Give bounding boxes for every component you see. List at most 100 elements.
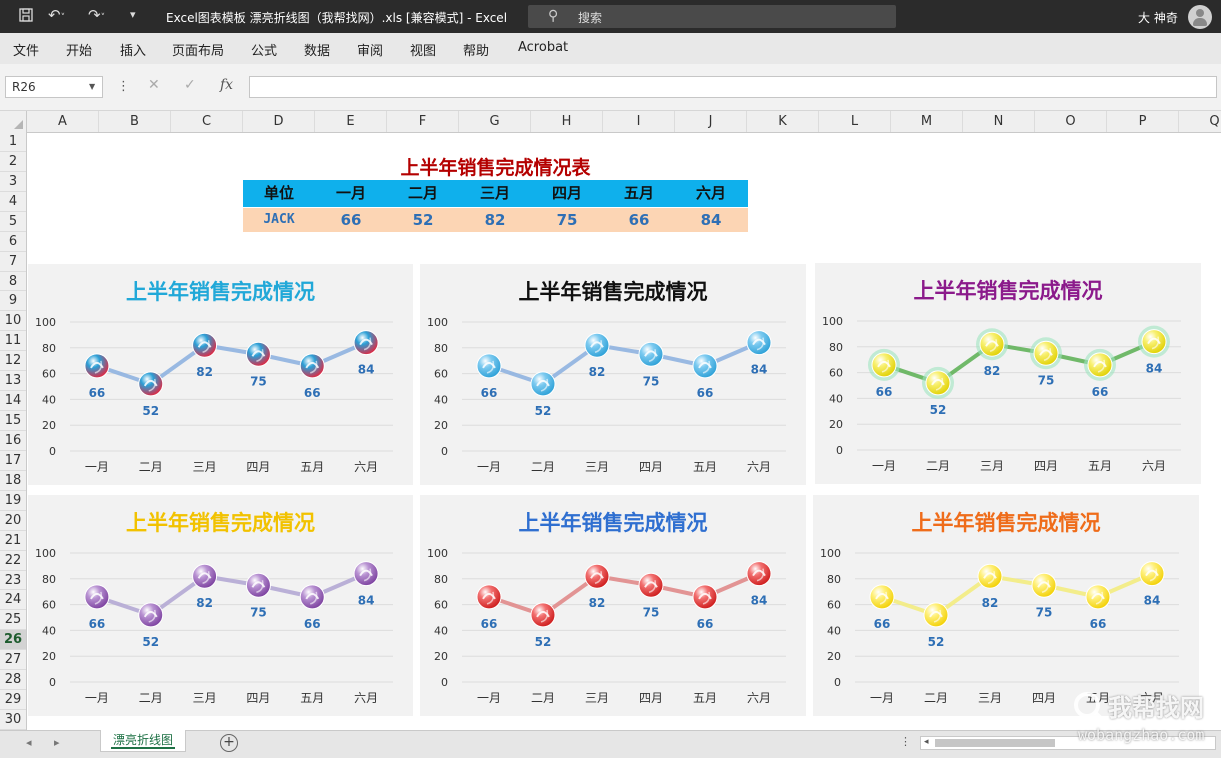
formula-input[interactable] [249,76,1217,98]
row-header-cell[interactable]: 25 [0,610,26,631]
menu-review[interactable]: 审阅 [357,40,383,59]
row-header-cell[interactable]: 27 [0,650,26,671]
data-point-marker[interactable] [1139,561,1165,587]
table-cell[interactable]: 84 [675,208,747,232]
data-point-marker[interactable] [746,561,772,587]
data-point-marker[interactable] [192,332,218,358]
row-header-cell[interactable]: 12 [0,351,26,372]
cancel-icon[interactable]: ✕ [148,77,160,93]
row-header-cell[interactable]: 4 [0,192,26,212]
enter-icon[interactable]: ✓ [184,77,196,93]
column-header-cell[interactable]: H [531,111,603,132]
more-icon[interactable]: ⋮ [900,735,911,748]
row-header-cell[interactable]: 11 [0,331,26,352]
row-header-cell[interactable]: 2 [0,152,26,172]
line-chart[interactable]: 0 20 40 60 80 100 一月 二月 三月 四月 五月 六月 66 52 82 75 66 84 上半年销… [815,263,1201,484]
table-cell[interactable]: 66 [603,208,675,232]
row-header-cell[interactable]: 7 [0,252,26,272]
data-point-marker[interactable] [923,602,949,628]
table-cell[interactable]: 52 [387,208,459,232]
data-point-marker[interactable] [584,332,610,358]
row-header-cell[interactable]: 17 [0,451,26,471]
data-point-marker[interactable] [353,330,379,356]
data-point-marker[interactable] [84,353,110,379]
menu-view[interactable]: 视图 [410,40,436,59]
column-header-cell[interactable]: O [1035,111,1107,132]
menu-insert[interactable]: 插入 [120,40,146,59]
menu-page-layout[interactable]: 页面布局 [172,40,224,59]
data-point-marker[interactable] [299,353,325,379]
scroll-left-icon[interactable]: ◂ [924,737,929,747]
table-header-cell[interactable]: 二月 [387,180,459,207]
data-point-marker[interactable] [638,572,664,598]
column-header-cell[interactable]: L [819,111,891,132]
column-header-cell[interactable]: K [747,111,819,132]
menu-formulas[interactable]: 公式 [251,40,277,59]
prev-sheet-icon[interactable]: ◂ [26,736,32,749]
line-chart[interactable]: 0 20 40 60 80 100 一月 二月 三月 四月 五月 六月 66 52 82 75 66 84 上半年销… [28,495,413,716]
line-chart[interactable]: 0 20 40 60 80 100 一月 二月 三月 四月 五月 六月 66 52 82 75 66 84 上半年销… [420,264,806,485]
column-header-cell[interactable]: P [1107,111,1179,132]
table-cell[interactable]: 75 [531,208,603,232]
sheet-tab-active[interactable]: 漂亮折线图 [100,730,186,752]
table-cell[interactable]: JACK [243,208,315,232]
row-header-cell[interactable]: 1 [0,132,26,152]
data-point-marker[interactable] [1030,337,1062,370]
data-point-marker[interactable] [692,353,718,379]
row-header-cell[interactable]: 16 [0,431,26,451]
data-point-marker[interactable] [138,602,164,628]
column-header-cell[interactable]: F [387,111,459,132]
insert-function-icon[interactable]: fx [220,77,233,93]
column-header-cell[interactable]: D [243,111,315,132]
undo-icon[interactable]: ↶˅ [48,6,65,24]
row-header-cell[interactable]: 20 [0,511,26,531]
data-point-marker[interactable] [530,602,556,628]
row-header-cell[interactable]: 8 [0,272,26,292]
column-header-cell[interactable]: Q [1179,111,1221,132]
data-point-marker[interactable] [192,563,218,589]
menu-file[interactable]: 文件 [13,40,39,59]
column-header-cell[interactable]: I [603,111,675,132]
save-icon[interactable] [18,7,34,27]
row-header-cell[interactable]: 18 [0,471,26,491]
row-header-cell[interactable]: 5 [0,212,26,232]
data-point-marker[interactable] [84,584,110,610]
data-point-marker[interactable] [353,561,379,587]
row-header-cell[interactable]: 9 [0,291,26,312]
column-header-cell[interactable]: A [27,111,99,132]
menu-help[interactable]: 帮助 [463,40,489,59]
row-header-cell[interactable]: 19 [0,491,26,511]
select-all-icon[interactable] [0,111,27,132]
next-sheet-icon[interactable]: ▸ [54,736,60,749]
search-box[interactable]: ⚲ 搜索 [528,5,896,28]
customize-toolbar-icon[interactable]: ▾ [130,8,136,21]
data-point-marker[interactable] [245,341,271,367]
table-header-cell[interactable]: 三月 [459,180,531,207]
data-point-marker[interactable] [476,584,502,610]
redo-icon[interactable]: ↷˅ [88,6,105,24]
data-point-marker[interactable] [692,584,718,610]
data-point-marker[interactable] [869,584,895,610]
data-point-marker[interactable] [977,563,1003,589]
row-header-cell[interactable]: 13 [0,371,26,392]
row-header-cell[interactable]: 26 [0,630,26,651]
row-header-cell[interactable]: 29 [0,690,26,711]
row-header-cell[interactable]: 24 [0,590,26,611]
table-cell[interactable]: 82 [459,208,531,232]
data-point-marker[interactable] [138,371,164,397]
row-header-cell[interactable]: 6 [0,232,26,252]
row-header-cell[interactable]: 22 [0,551,26,571]
line-chart[interactable]: 0 20 40 60 80 100 一月 二月 三月 四月 五月 六月 66 52 82 75 66 84 上半年销… [420,495,806,716]
menu-acrobat[interactable]: Acrobat [518,40,568,55]
row-header-cell[interactable]: 14 [0,391,26,412]
row-header-cell[interactable]: 15 [0,411,26,431]
data-point-marker[interactable] [299,584,325,610]
row-header-cell[interactable]: 23 [0,571,26,591]
column-header-cell[interactable]: N [963,111,1035,132]
row-header-cell[interactable]: 28 [0,670,26,691]
add-sheet-icon[interactable]: + [220,734,238,752]
table-header-cell[interactable]: 五月 [603,180,675,207]
menu-data[interactable]: 数据 [304,40,330,59]
table-header-cell[interactable]: 六月 [675,180,747,207]
user-name[interactable]: 大 神奇 [1138,9,1178,26]
